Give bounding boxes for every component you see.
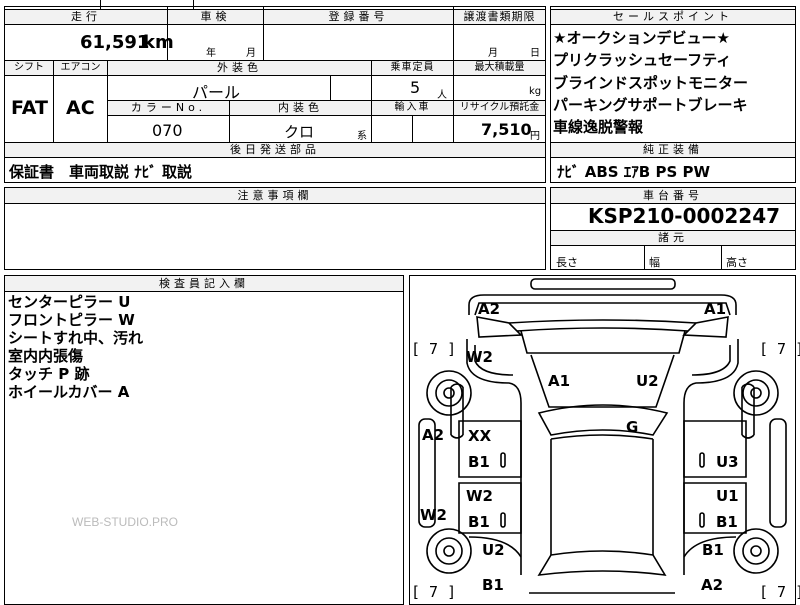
divider bbox=[550, 157, 796, 158]
tire-tread-label: [ 7 ] bbox=[759, 340, 800, 358]
damage-label: B1 bbox=[468, 453, 490, 471]
damage-label: B1 bbox=[716, 513, 738, 531]
max-load-unit: kg bbox=[529, 86, 542, 97]
tire-tread-label: [ 7 ] bbox=[411, 340, 457, 358]
damage-label: B1 bbox=[468, 513, 490, 531]
aircon-value: AC bbox=[66, 97, 95, 119]
inspector-header: 検査員記入欄 bbox=[159, 277, 249, 290]
watermark: WEB-STUDIO.PRO bbox=[72, 515, 179, 529]
divider bbox=[721, 245, 722, 270]
notes-header: 注意事項欄 bbox=[237, 189, 313, 202]
damage-label: A1 bbox=[704, 300, 727, 318]
height-label: 高さ bbox=[726, 256, 748, 269]
sales-point-item: パーキングサポートブレーキ bbox=[553, 96, 748, 114]
divider bbox=[550, 245, 796, 246]
recycle-unit: 円 bbox=[530, 131, 540, 142]
divider bbox=[107, 115, 546, 116]
mileage-header: 走行 bbox=[71, 10, 101, 23]
divider bbox=[193, 0, 194, 9]
divider bbox=[330, 76, 331, 100]
inspector-line: フロントピラー W bbox=[8, 311, 135, 329]
damage-label: XX bbox=[468, 427, 492, 445]
inspector-line: ホイールカバー A bbox=[8, 383, 130, 401]
tire-tread-label: [ 7 ] bbox=[759, 583, 800, 601]
transfer-day: 日 bbox=[530, 48, 540, 59]
inspector-line: センターピラー U bbox=[8, 293, 131, 311]
divider bbox=[412, 115, 413, 142]
inspection-year: 年 bbox=[206, 48, 216, 59]
sales-point-item: ブラインドスポットモニター bbox=[553, 74, 749, 92]
transfer-month: 月 bbox=[488, 48, 498, 59]
chassis-header: 車台番号 bbox=[643, 189, 703, 202]
capacity-header: 乗車定員 bbox=[390, 62, 435, 73]
damage-label: G bbox=[626, 418, 639, 436]
damage-label: B1 bbox=[482, 576, 504, 594]
later-parts-header: 後日発送部品 bbox=[230, 143, 320, 156]
interior-value: クロ bbox=[284, 123, 315, 141]
equipment-header: 純正装備 bbox=[643, 143, 703, 156]
capacity-unit: 人 bbox=[437, 90, 447, 101]
transfer-header: 譲渡書類期限 bbox=[463, 10, 536, 23]
inspector-line: シートすれ中、汚れ bbox=[8, 329, 144, 347]
damage-label: A1 bbox=[548, 372, 571, 390]
damage-label: W2 bbox=[420, 506, 447, 524]
exterior-value: パール bbox=[192, 83, 241, 102]
damage-label: U1 bbox=[716, 487, 739, 505]
capacity-value: 5 bbox=[410, 78, 421, 97]
damage-label: W2 bbox=[466, 348, 493, 366]
width-label: 幅 bbox=[649, 256, 660, 269]
divider bbox=[4, 75, 546, 76]
mileage-value: 61,591 bbox=[80, 32, 150, 53]
sales-point-item: 車線逸脱警報 bbox=[553, 118, 644, 136]
divider bbox=[100, 0, 101, 9]
divider bbox=[4, 24, 546, 25]
equipment-value: ﾅﾋﾞ ABS ｴｱB PS PW bbox=[557, 163, 711, 181]
damage-label: A2 bbox=[478, 300, 501, 318]
color-no-value: 070 bbox=[152, 121, 183, 140]
divider bbox=[644, 245, 645, 270]
divider bbox=[550, 24, 796, 25]
registration-header: 登録番号 bbox=[328, 10, 389, 23]
divider bbox=[4, 203, 546, 204]
aircon-header: エアコン bbox=[60, 62, 101, 73]
damage-label: U2 bbox=[482, 541, 505, 559]
damage-label: A2 bbox=[701, 576, 724, 594]
sales-point-item: プリクラッシュセーフティ bbox=[553, 51, 732, 69]
import-header: 輸入車 bbox=[394, 102, 431, 113]
damage-label: A2 bbox=[422, 426, 445, 444]
shift-header: シフト bbox=[14, 62, 44, 73]
exterior-header: 外装色 bbox=[217, 61, 262, 74]
damage-label: B1 bbox=[702, 541, 724, 559]
interior-header: 内装色 bbox=[278, 101, 323, 114]
inspection-header: 車検 bbox=[200, 10, 231, 23]
later-parts-value: 保証書 車両取説 ﾅﾋﾞ 取説 bbox=[9, 163, 192, 181]
damage-label: W2 bbox=[466, 487, 493, 505]
damage-label: U3 bbox=[716, 453, 739, 471]
recycle-header: リサイクル預託金 bbox=[459, 102, 540, 113]
color-no-header: カラーNo. bbox=[130, 101, 207, 114]
dimensions-header: 諸元 bbox=[658, 231, 688, 244]
length-label: 長さ bbox=[556, 256, 578, 269]
chassis-value: KSP210-0002247 bbox=[588, 204, 781, 228]
max-load-header: 最大積載量 bbox=[474, 62, 525, 73]
inspection-month: 月 bbox=[246, 48, 256, 59]
damage-label: U2 bbox=[636, 372, 659, 390]
divider bbox=[4, 291, 404, 292]
shift-value: FAT bbox=[11, 97, 48, 119]
divider bbox=[4, 157, 546, 158]
inspector-line: 室内内張傷 bbox=[8, 347, 84, 365]
sales-point-item: ★オークションデビュー★ bbox=[553, 29, 730, 47]
mileage-unit: km bbox=[143, 32, 174, 53]
inspector-line: タッチ P 跡 bbox=[8, 365, 90, 383]
tire-tread-label: [ 7 ] bbox=[411, 583, 457, 601]
sales-points-header: セールスポイント bbox=[613, 10, 733, 23]
interior-suffix: 系 bbox=[357, 131, 367, 142]
recycle-value: 7,510 bbox=[481, 120, 532, 139]
